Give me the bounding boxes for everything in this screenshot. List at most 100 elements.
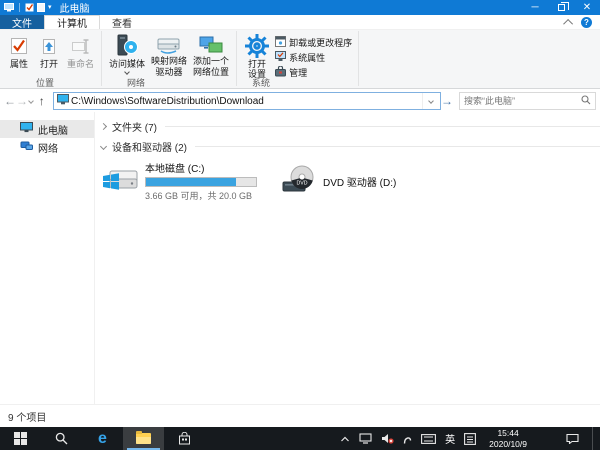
qat-customize-caret[interactable]: ▾: [48, 4, 52, 11]
sidebar-item-label: 此电脑: [38, 122, 68, 137]
map-network-drive-icon: [156, 33, 182, 56]
access-media-icon: [115, 33, 139, 59]
taskbar-file-explorer-button[interactable]: [123, 427, 164, 450]
open-settings-label-1: 打开: [248, 59, 266, 69]
ribbon-group-labels: 位置 网络 系统: [0, 76, 600, 88]
collapse-ribbon-icon[interactable]: [563, 18, 573, 28]
rename-label: 重命名: [67, 59, 94, 69]
search-box[interactable]: [459, 92, 596, 110]
address-location-icon: [57, 94, 69, 108]
main-area: 此电脑 网络 文件夹 (7) 设备和驱动器 (2): [0, 112, 600, 404]
drive-item-dvd-d[interactable]: DVD DVD 驱动器 (D:): [281, 160, 396, 202]
map-network-drive-button[interactable]: 映射网络 驱动器: [148, 32, 190, 78]
svg-text:DVD: DVD: [297, 180, 308, 186]
system-tray: 英 15:44 2020/10/9: [340, 427, 600, 450]
open-button[interactable]: 打开: [34, 32, 64, 78]
restore-button[interactable]: [548, 0, 574, 15]
help-icon[interactable]: ?: [581, 17, 592, 28]
back-button[interactable]: ←: [4, 94, 16, 108]
rename-icon: [71, 33, 91, 59]
forward-button[interactable]: →: [16, 94, 28, 108]
hidden-icons-chevron[interactable]: [340, 435, 350, 443]
ime-mode-icon[interactable]: [464, 433, 476, 445]
properties-icon: [10, 33, 28, 59]
network-display-icon[interactable]: [359, 433, 372, 444]
open-icon: [40, 33, 58, 59]
drive-item-local-disk-c[interactable]: 本地磁盘 (C:) 3.66 GB 可用，共 20.0 GB: [101, 160, 257, 202]
system-properties-icon: [275, 51, 286, 64]
system-properties-button[interactable]: 系统属性: [273, 50, 354, 64]
taskbar-search-button[interactable]: [41, 427, 82, 450]
touch-keyboard-icon[interactable]: [421, 434, 436, 444]
sidebar-item-this-pc[interactable]: 此电脑: [0, 120, 94, 138]
search-icon: [55, 432, 68, 445]
access-media-button[interactable]: 访问媒体: [106, 32, 148, 78]
open-settings-button[interactable]: 打开 设置: [241, 32, 273, 78]
navigation-bar: ← → ↑ →: [0, 90, 600, 112]
add-network-location-button[interactable]: 添加一个 网络位置: [190, 32, 232, 78]
ribbon: 属性 打开 重命名: [0, 30, 600, 89]
access-media-caret: [124, 70, 130, 76]
up-button[interactable]: ↑: [37, 94, 47, 108]
drive-name: DVD 驱动器 (D:): [323, 174, 396, 189]
drive-capacity-text: 3.66 GB 可用，共 20.0 GB: [145, 189, 257, 202]
access-media-label: 访问媒体: [109, 59, 145, 69]
clock-date: 2020/10/9: [489, 439, 527, 449]
group-header-label: 文件夹 (7): [112, 119, 157, 134]
tab-file[interactable]: 文件: [0, 15, 44, 29]
network-icon: [20, 140, 33, 154]
edge-icon: e: [98, 431, 107, 447]
qat-divider: [19, 3, 20, 12]
properties-button[interactable]: 属性: [4, 32, 34, 78]
group-header-label: 设备和驱动器 (2): [112, 139, 187, 154]
group-divider: [195, 146, 600, 147]
search-input[interactable]: [464, 96, 581, 106]
group-header-folders[interactable]: 文件夹 (7): [99, 116, 600, 136]
ribbon-group-location: 属性 打开 重命名: [0, 30, 101, 76]
taskbar-edge-button[interactable]: e: [82, 427, 123, 450]
window-controls: ─ ✕: [522, 0, 600, 15]
recent-locations-caret[interactable]: [28, 99, 35, 103]
minimize-button[interactable]: ─: [522, 0, 548, 15]
close-button[interactable]: ✕: [574, 0, 600, 15]
group-label-location: 位置: [4, 76, 86, 89]
volume-muted-icon[interactable]: [381, 433, 394, 444]
titlebar: ▾ 此电脑 ─ ✕: [0, 0, 600, 15]
group-divider: [165, 126, 600, 127]
show-desktop-button[interactable]: [592, 427, 596, 450]
address-input[interactable]: [69, 96, 422, 107]
file-explorer-icon: [136, 433, 151, 444]
address-bar[interactable]: [53, 92, 441, 110]
address-dropdown-caret[interactable]: [422, 93, 438, 109]
tab-view[interactable]: 查看: [100, 15, 144, 29]
taskbar-clock[interactable]: 15:44 2020/10/9: [485, 428, 531, 449]
drive-name: 本地磁盘 (C:): [145, 160, 257, 175]
ribbon-tab-row: 文件 计算机 查看 ?: [0, 15, 600, 30]
go-to-button[interactable]: →: [441, 94, 453, 108]
uninstall-button[interactable]: 卸载或更改程序: [273, 35, 354, 49]
action-center-icon[interactable]: [566, 433, 579, 444]
start-button[interactable]: [0, 427, 41, 450]
chevron-right-icon: [100, 122, 107, 129]
uninstall-icon: [275, 36, 286, 49]
clock-time: 15:44: [497, 428, 518, 438]
properties-label: 属性: [10, 59, 28, 69]
qat-properties-icon[interactable]: [25, 3, 34, 12]
ribbon-group-system: 打开 设置 卸载或更改程序 系统属性: [237, 30, 358, 76]
qat-new-folder-icon[interactable]: [37, 3, 45, 12]
pen-hook-icon[interactable]: [403, 433, 412, 445]
windows-logo-icon: [14, 432, 27, 445]
group-header-devices[interactable]: 设备和驱动器 (2): [99, 136, 600, 156]
ime-language-indicator[interactable]: 英: [445, 431, 455, 446]
file-list: 文件夹 (7) 设备和驱动器 (2): [95, 112, 600, 404]
tab-computer[interactable]: 计算机: [44, 15, 100, 29]
taskbar-store-button[interactable]: [164, 427, 205, 450]
disk-usage-bar: [145, 177, 257, 187]
item-count: 9 个项目: [8, 409, 46, 424]
store-icon: [178, 432, 191, 445]
disk-usage-fill: [146, 178, 236, 186]
window-title: 此电脑: [60, 0, 90, 15]
sidebar-item-network[interactable]: 网络: [0, 138, 94, 156]
add-network-location-icon: [198, 33, 224, 56]
navigation-pane: 此电脑 网络: [0, 112, 95, 404]
